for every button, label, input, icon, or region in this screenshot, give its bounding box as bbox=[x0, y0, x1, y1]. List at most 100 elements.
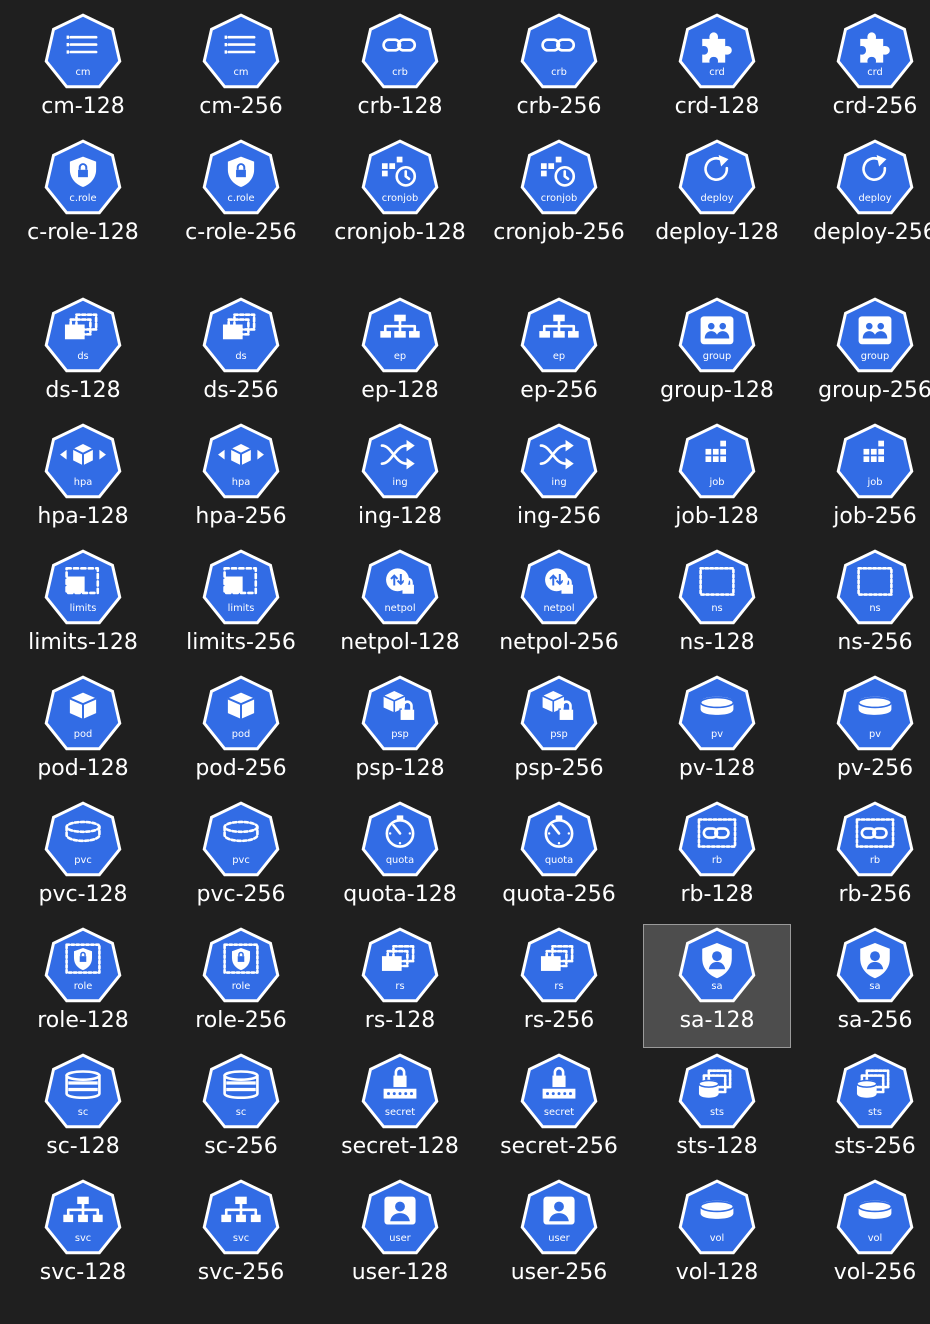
icon-caption: psp bbox=[550, 729, 568, 740]
icon-tile-netpol-128[interactable]: netpol netpol-128 bbox=[326, 546, 474, 670]
icon-tile-job-128[interactable]: job job-128 bbox=[643, 420, 791, 544]
icon-tile-ing-256[interactable]: ing ing-256 bbox=[485, 420, 633, 544]
icon-tile-svc-256[interactable]: svc svc-256 bbox=[167, 1176, 315, 1300]
icon-tile-user-256[interactable]: user user-256 bbox=[485, 1176, 633, 1300]
icon-tile-role-128[interactable]: role role-128 bbox=[9, 924, 157, 1048]
icon-tile-ds-128[interactable]: ds ds-128 bbox=[9, 294, 157, 418]
icon-tile-group-256[interactable]: group group-256 bbox=[801, 294, 930, 418]
icon-tile-crd-128[interactable]: crd crd-128 bbox=[643, 10, 791, 134]
icon-tile-rb-256[interactable]: rb rb-256 bbox=[801, 798, 930, 922]
icon-tile-pv-128[interactable]: pv pv-128 bbox=[643, 672, 791, 796]
network-policy-icon: netpol bbox=[518, 547, 600, 629]
file-name-label: limits-256 bbox=[186, 630, 296, 655]
file-name-label: ds-128 bbox=[45, 378, 121, 403]
file-name-label: deploy-128 bbox=[655, 220, 779, 245]
icon-tile-secret-128[interactable]: secret secret-128 bbox=[326, 1050, 474, 1174]
icon-tile-role-256[interactable]: role role-256 bbox=[167, 924, 315, 1048]
icon-tile-vol-256[interactable]: vol vol-256 bbox=[801, 1176, 930, 1300]
file-name-label: crd-128 bbox=[674, 94, 760, 119]
file-name-label: c-role-128 bbox=[27, 220, 139, 245]
icon-tile-ds-256[interactable]: ds ds-256 bbox=[167, 294, 315, 418]
icon-tile-sa-128[interactable]: sa sa-128 bbox=[643, 924, 791, 1048]
secret-icon: secret bbox=[518, 1051, 600, 1133]
icon-tile-cronjob-128[interactable]: cronjob cronjob-128 bbox=[326, 136, 474, 292]
icon-tile-cm-256[interactable]: cm cm-256 bbox=[167, 10, 315, 134]
icon-tile-rs-128[interactable]: rs rs-128 bbox=[326, 924, 474, 1048]
icon-tile-cronjob-256[interactable]: cronjob cronjob-256 bbox=[485, 136, 633, 292]
file-name-label: quota-128 bbox=[343, 882, 457, 907]
icon-tile-secret-256[interactable]: secret secret-256 bbox=[485, 1050, 633, 1174]
file-name-label: psp-256 bbox=[514, 756, 604, 781]
icon-tile-deploy-128[interactable]: deploy deploy-128 bbox=[643, 136, 791, 292]
icon-caption: crd bbox=[867, 67, 883, 78]
icon-tile-crb-128[interactable]: crb crb-128 bbox=[326, 10, 474, 134]
pod-security-policy-icon: psp bbox=[359, 673, 441, 755]
icon-tile-hpa-256[interactable]: hpa hpa-256 bbox=[167, 420, 315, 544]
icon-tile-sc-128[interactable]: sc sc-128 bbox=[9, 1050, 157, 1174]
icon-tile-ing-128[interactable]: ing ing-128 bbox=[326, 420, 474, 544]
statefulset-icon: sts bbox=[676, 1051, 758, 1133]
icon-tile-ns-128[interactable]: ns ns-128 bbox=[643, 546, 791, 670]
icon-tile-pvc-128[interactable]: pvc pvc-128 bbox=[9, 798, 157, 922]
custom-resource-definition-icon: crd bbox=[676, 11, 758, 93]
icon-tile-cm-128[interactable]: cm cm-128 bbox=[9, 10, 157, 134]
icon-tile-limits-256[interactable]: limits limits-256 bbox=[167, 546, 315, 670]
file-name-label: group-256 bbox=[818, 378, 930, 403]
persistent-volume-claim-icon: pvc bbox=[42, 799, 124, 881]
icon-tile-pvc-256[interactable]: pvc pvc-256 bbox=[167, 798, 315, 922]
icon-tile-group-128[interactable]: group group-128 bbox=[643, 294, 791, 418]
icon-tile-quota-128[interactable]: quota quota-128 bbox=[326, 798, 474, 922]
icon-caption: c.role bbox=[227, 193, 254, 204]
file-name-label: cm-256 bbox=[199, 94, 283, 119]
file-name-label: quota-256 bbox=[502, 882, 616, 907]
icon-caption: job bbox=[867, 477, 883, 488]
limit-range-icon: limits bbox=[42, 547, 124, 629]
icon-caption: ds bbox=[77, 351, 88, 362]
file-name-label: sc-128 bbox=[46, 1134, 120, 1159]
icon-tile-crb-256[interactable]: crb crb-256 bbox=[485, 10, 633, 134]
icon-tile-sa-256[interactable]: sa sa-256 bbox=[801, 924, 930, 1048]
file-name-label: pv-256 bbox=[836, 756, 914, 781]
limit-range-icon: limits bbox=[200, 547, 282, 629]
icon-tile-netpol-256[interactable]: netpol netpol-256 bbox=[485, 546, 633, 670]
file-name-label: sts-128 bbox=[676, 1134, 758, 1159]
icon-tile-pod-256[interactable]: pod pod-256 bbox=[167, 672, 315, 796]
icon-tile-deploy-256[interactable]: deploy deploy-256 bbox=[801, 136, 930, 292]
file-name-label: pvc-128 bbox=[38, 882, 128, 907]
file-name-label: vol-256 bbox=[833, 1260, 917, 1285]
icon-tile-vol-128[interactable]: vol vol-128 bbox=[643, 1176, 791, 1300]
icon-tile-ns-256[interactable]: ns ns-256 bbox=[801, 546, 930, 670]
icon-tile-sts-128[interactable]: sts sts-128 bbox=[643, 1050, 791, 1174]
icon-tile-job-256[interactable]: job job-256 bbox=[801, 420, 930, 544]
icon-tile-c-role-128[interactable]: c.role c-role-128 bbox=[9, 136, 157, 292]
icon-tile-ep-128[interactable]: ep ep-128 bbox=[326, 294, 474, 418]
icon-tile-sc-256[interactable]: sc sc-256 bbox=[167, 1050, 315, 1174]
icon-tile-pv-256[interactable]: pv pv-256 bbox=[801, 672, 930, 796]
persistent-volume-claim-icon: pvc bbox=[200, 799, 282, 881]
icon-caption: cm bbox=[234, 67, 249, 78]
icon-caption: ds bbox=[235, 351, 246, 362]
icon-tile-psp-128[interactable]: psp psp-128 bbox=[326, 672, 474, 796]
icon-caption: secret bbox=[544, 1107, 574, 1118]
role-icon: role bbox=[42, 925, 124, 1007]
icon-tile-svc-128[interactable]: svc svc-128 bbox=[9, 1176, 157, 1300]
file-name-label: limits-128 bbox=[28, 630, 138, 655]
file-name-label: rs-256 bbox=[523, 1008, 595, 1033]
cronjob-icon: cronjob bbox=[518, 137, 600, 219]
volume-icon: vol bbox=[676, 1177, 758, 1259]
icon-caption: quota bbox=[386, 855, 414, 866]
icon-caption: ns bbox=[711, 603, 722, 614]
icon-tile-quota-256[interactable]: quota quota-256 bbox=[485, 798, 633, 922]
icon-tile-hpa-128[interactable]: hpa hpa-128 bbox=[9, 420, 157, 544]
icon-tile-psp-256[interactable]: psp psp-256 bbox=[485, 672, 633, 796]
icon-tile-user-128[interactable]: user user-128 bbox=[326, 1176, 474, 1300]
icon-tile-sts-256[interactable]: sts sts-256 bbox=[801, 1050, 930, 1174]
icon-tile-rb-128[interactable]: rb rb-128 bbox=[643, 798, 791, 922]
service-account-icon: sa bbox=[834, 925, 916, 1007]
icon-tile-pod-128[interactable]: pod pod-128 bbox=[9, 672, 157, 796]
icon-tile-ep-256[interactable]: ep ep-256 bbox=[485, 294, 633, 418]
icon-tile-crd-256[interactable]: crd crd-256 bbox=[801, 10, 930, 134]
icon-tile-rs-256[interactable]: rs rs-256 bbox=[485, 924, 633, 1048]
icon-tile-c-role-256[interactable]: c.role c-role-256 bbox=[167, 136, 315, 292]
icon-tile-limits-128[interactable]: limits limits-128 bbox=[9, 546, 157, 670]
